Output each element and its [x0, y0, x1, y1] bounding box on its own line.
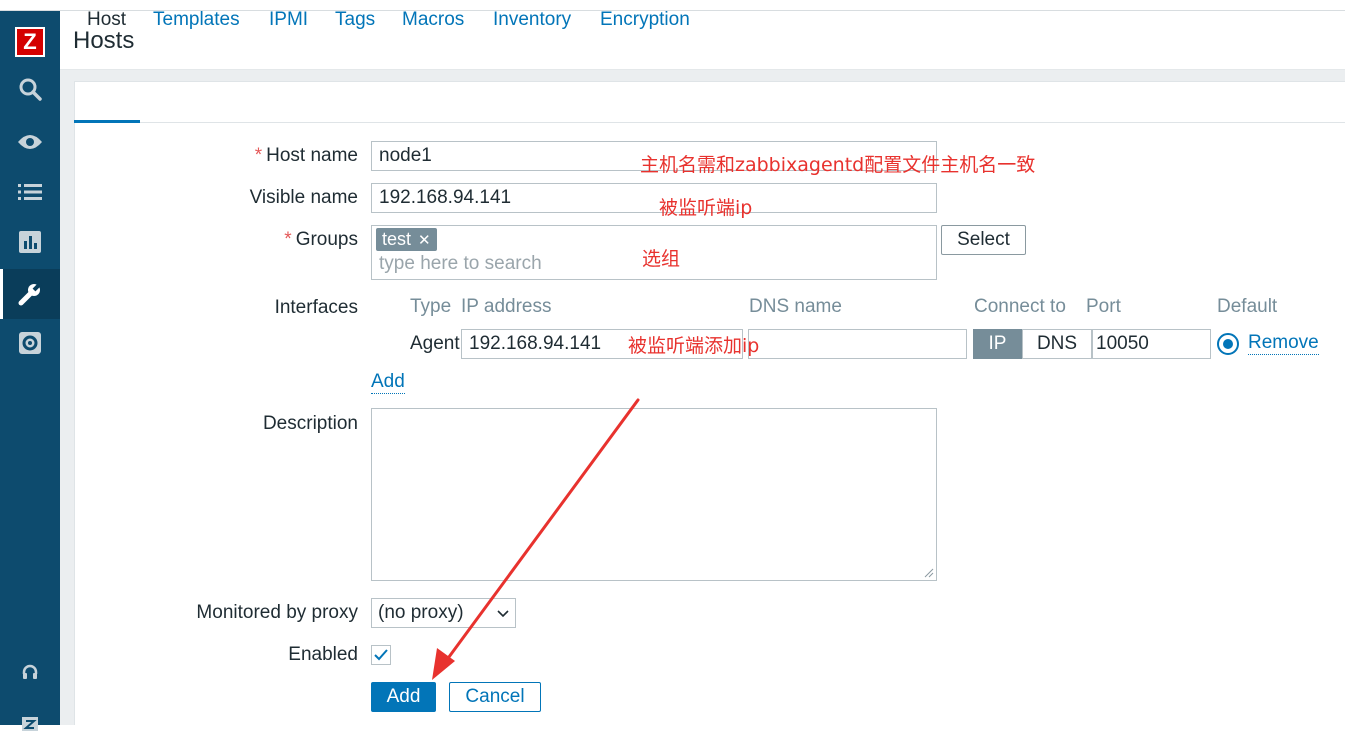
tab-tags[interactable]: Tags: [335, 9, 375, 31]
annotation-interface: 被监听端添加ip: [628, 335, 760, 357]
gear-icon[interactable]: [16, 329, 44, 357]
tab-templates[interactable]: Templates: [153, 9, 240, 31]
chart-icon[interactable]: [16, 228, 44, 256]
groups-label: * Groups: [284, 229, 358, 250]
headset-icon[interactable]: [16, 658, 44, 686]
active-tab-underline: [74, 120, 140, 123]
add-interface-link[interactable]: Add: [371, 371, 405, 394]
wrench-icon[interactable]: [16, 280, 44, 308]
connect-ip-toggle[interactable]: IP: [973, 329, 1022, 359]
interface-type-agent: Agent: [410, 333, 460, 354]
proxy-selected-value: (no proxy): [378, 602, 464, 623]
tab-host[interactable]: Host: [87, 9, 126, 31]
form-card: [74, 81, 1345, 725]
eye-icon[interactable]: [16, 128, 44, 156]
description-textarea[interactable]: [371, 408, 937, 581]
tab-ipmi[interactable]: IPMI: [269, 9, 308, 31]
page-title: Hosts: [73, 27, 135, 54]
tab-bar: [74, 81, 1345, 123]
proxy-select[interactable]: (no proxy): [371, 598, 516, 628]
remove-chip-icon[interactable]: ✕: [418, 231, 431, 249]
column-dns-name: DNS name: [749, 296, 842, 317]
interface-port-input[interactable]: 10050: [1092, 329, 1211, 359]
column-type: Type: [410, 296, 452, 317]
required-marker: *: [254, 145, 263, 166]
page-header: Hosts: [60, 11, 1345, 70]
default-interface-radio[interactable]: [1217, 333, 1239, 355]
remove-interface-link[interactable]: Remove: [1248, 332, 1319, 355]
enabled-label: Enabled: [288, 644, 358, 665]
nav-active-indicator: [0, 269, 3, 319]
column-connect-to: Connect to: [974, 296, 1066, 317]
visible-name-input[interactable]: 192.168.94.141: [371, 183, 937, 213]
search-icon[interactable]: [16, 75, 44, 103]
groups-select-button[interactable]: Select: [941, 225, 1026, 255]
tab-macros[interactable]: Macros: [402, 9, 464, 31]
description-label: Description: [262, 413, 358, 434]
zabbix-share-icon[interactable]: [16, 708, 44, 736]
visible-name-label: Visible name: [249, 187, 358, 208]
column-port: Port: [1086, 296, 1121, 317]
annotation-visible-name: 被监听端ip: [659, 197, 753, 219]
groups-search-placeholder[interactable]: type here to search: [379, 253, 542, 275]
column-default: Default: [1217, 296, 1278, 317]
enabled-checkbox[interactable]: [371, 645, 391, 665]
add-button[interactable]: Add: [371, 682, 436, 712]
resize-handle-icon[interactable]: [924, 568, 934, 578]
interface-dns-input[interactable]: [748, 329, 967, 359]
connect-dns-toggle[interactable]: DNS: [1022, 329, 1092, 359]
proxy-label: Monitored by proxy: [196, 602, 358, 623]
tab-encryption[interactable]: Encryption: [600, 9, 690, 31]
annotation-host-name: 主机名需和zabbixagentd配置文件主机名一致: [640, 154, 1036, 176]
sidebar: Z: [0, 11, 60, 731]
host-name-label: * Host name: [254, 145, 358, 166]
list-icon[interactable]: [16, 178, 44, 206]
column-ip-address: IP address: [461, 296, 552, 317]
required-marker: *: [284, 229, 292, 250]
zabbix-logo[interactable]: Z: [15, 27, 45, 57]
interfaces-label: Interfaces: [274, 297, 358, 318]
annotation-groups: 选组: [642, 248, 681, 270]
group-chip-test: test ✕: [376, 228, 437, 251]
cancel-button[interactable]: Cancel: [449, 682, 541, 712]
checkmark-icon: [374, 649, 388, 661]
tab-inventory[interactable]: Inventory: [493, 9, 571, 31]
chevron-down-icon: [497, 610, 509, 618]
